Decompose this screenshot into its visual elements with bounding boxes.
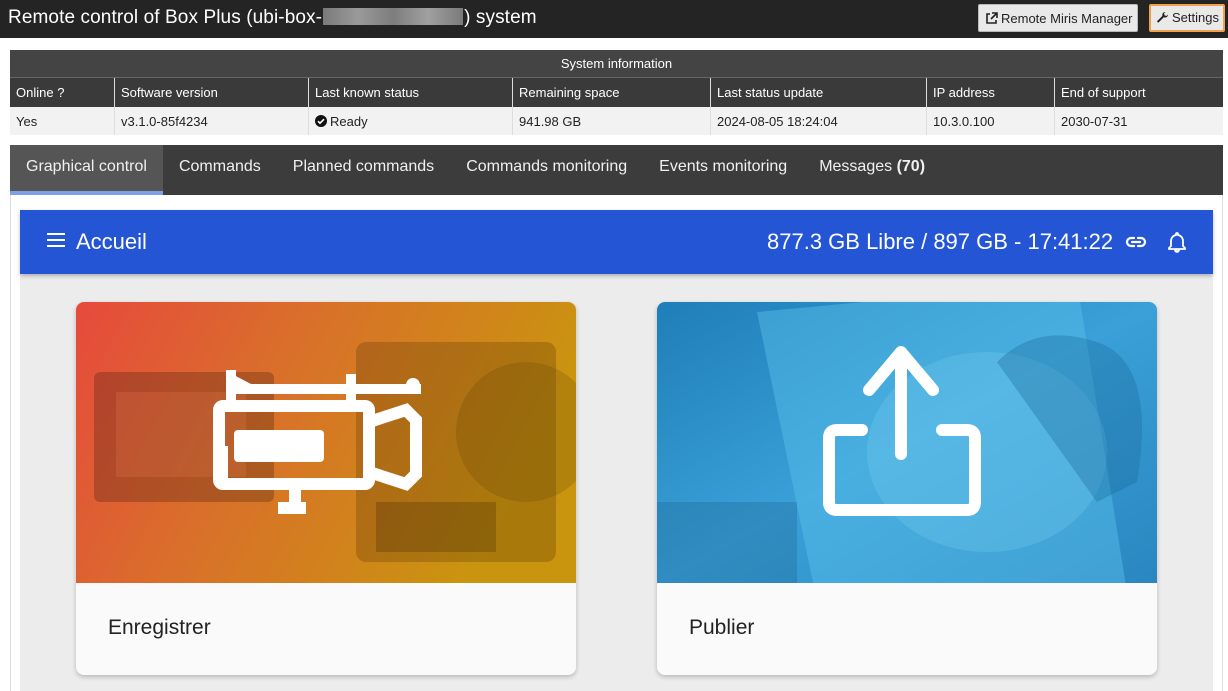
col-ip-address: IP address (926, 77, 1055, 107)
tab-events-monitoring[interactable]: Events monitoring (643, 145, 803, 195)
tab-planned-commands[interactable]: Planned commands (277, 145, 450, 195)
check-circle-icon (315, 114, 327, 127)
online-value: Yes (10, 107, 115, 135)
publish-card-image (657, 302, 1157, 583)
tab-messages[interactable]: Messages (70) (803, 145, 941, 195)
last-status-update-value: 2024-08-05 18:24:04 (710, 107, 927, 135)
status-value: Ready (330, 113, 368, 129)
tab-messages-label: Messages (819, 158, 893, 175)
col-online: Online ? (10, 77, 115, 107)
page-title: Remote control of Box Plus (ubi-box-) sy… (8, 7, 537, 28)
tab-commands-monitoring[interactable]: Commands monitoring (450, 145, 643, 195)
link-icon[interactable] (1125, 232, 1147, 252)
publish-card-label: Publier (689, 616, 755, 639)
system-info-caption: System information (10, 50, 1223, 78)
app-title: Accueil (76, 229, 147, 254)
end-of-support-link[interactable]: 2030-07-31 (1054, 107, 1223, 135)
menu-icon[interactable] (47, 233, 65, 247)
settings-button[interactable]: Settings (1149, 4, 1225, 32)
wrench-icon (1157, 11, 1169, 23)
col-last-known-status: Last known status (308, 77, 513, 107)
external-link-icon (986, 12, 998, 24)
ip-address-link[interactable]: 10.3.0.100 (926, 107, 1055, 135)
tab-graphical-control[interactable]: Graphical control (10, 145, 163, 195)
col-remaining-space: Remaining space (512, 77, 711, 107)
messages-count: (70) (896, 158, 926, 175)
system-info-table: System information Online ? Software ver… (10, 50, 1223, 135)
record-card-label: Enregistrer (108, 616, 211, 639)
redacted-box-name (323, 8, 464, 25)
tab-bar: Graphical control Commands Planned comma… (10, 145, 1223, 195)
tab-commands[interactable]: Commands (163, 145, 277, 195)
bell-icon[interactable] (1168, 231, 1186, 253)
col-software-version: Software version (114, 77, 309, 107)
top-header: Remote control of Box Plus (ubi-box-) sy… (0, 0, 1228, 38)
system-info-row: Yes v3.1.0-85f4234 Ready 941.98 GB 2024-… (10, 107, 1223, 135)
remote-miris-manager-button[interactable]: Remote Miris Manager (978, 4, 1138, 32)
remaining-space-value: 941.98 GB (512, 107, 711, 135)
software-version-link[interactable]: v3.1.0-85f4234 (114, 107, 309, 135)
col-last-status-update: Last status update (710, 77, 927, 107)
col-end-of-support: End of support (1054, 77, 1223, 107)
record-card[interactable]: Enregistrer (76, 302, 576, 675)
storage-status: 877.3 GB Libre / 897 GB - 17:41:22 (767, 229, 1114, 254)
record-card-image (76, 302, 576, 583)
status-cell: Ready (308, 107, 513, 135)
app-bar: Accueil 877.3 GB Libre / 897 GB - 17:41:… (20, 210, 1213, 274)
publish-card[interactable]: Publier (657, 302, 1157, 675)
